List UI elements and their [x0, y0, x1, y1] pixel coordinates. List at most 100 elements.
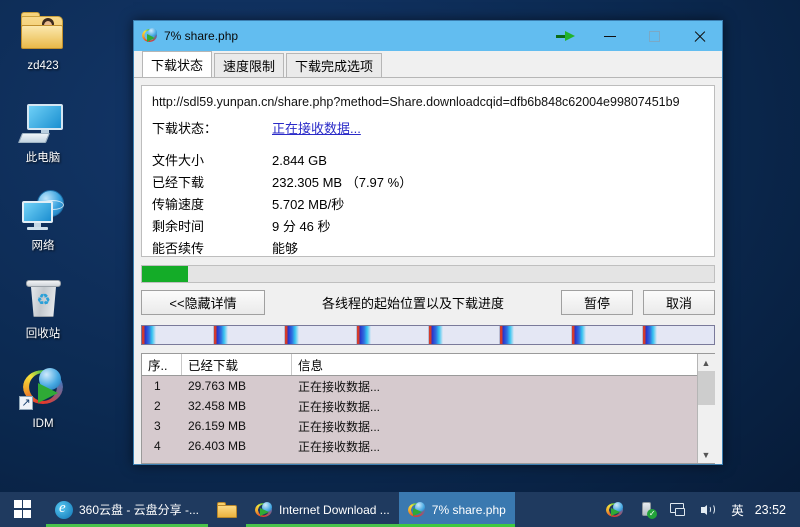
table-row[interactable]: 4 26.403 MB 正在接收数据...	[142, 436, 697, 456]
start-button[interactable]	[0, 492, 46, 527]
desktop-icon-network[interactable]: 网络	[4, 188, 82, 253]
thread-table: 序.. 已经下载 信息 1 29.763 MB 正在接收数据... 2 32.4…	[141, 353, 715, 464]
tray-network[interactable]	[662, 492, 693, 527]
download-info-panel: http://sdl59.yunpan.cn/share.php?method=…	[141, 85, 715, 257]
desktop-icon-this-pc[interactable]: 此电脑	[4, 100, 82, 165]
scroll-down-icon[interactable]: ▼	[697, 446, 715, 463]
tray-volume[interactable]	[693, 492, 724, 527]
idm-icon	[255, 501, 273, 518]
detail-label: 剩余时间	[152, 219, 205, 234]
taskbar-item-label: Internet Download ...	[279, 502, 390, 517]
action-button-row: <<隐藏详情 各线程的起始位置以及下载进度 暂停 取消	[141, 290, 715, 315]
tray-ime[interactable]: 英	[724, 492, 751, 527]
thread-segment-marker	[571, 326, 586, 344]
status-label: 下载状态：	[152, 121, 218, 136]
thread-segment-marker	[428, 326, 443, 344]
taskbar-item-idm[interactable]: Internet Download ...	[246, 492, 399, 527]
download-arrow-icon[interactable]	[553, 23, 579, 49]
thread-segment	[356, 326, 429, 344]
cell-info: 正在接收数据...	[298, 419, 381, 434]
scrollbar-thumb[interactable]	[697, 371, 715, 405]
download-progress-window: 7% share.php 下载状态 速度限制 下载完成选项 http://sdl…	[133, 20, 723, 465]
recycle-bin-icon: ♻	[19, 276, 67, 324]
desktop-icon-label: 网络	[31, 240, 55, 252]
detail-row: 剩余时间 9 分 46 秒	[152, 216, 704, 238]
cell-index: 4	[154, 439, 161, 453]
thread-segment-marker	[643, 326, 658, 344]
idm-icon	[142, 28, 158, 44]
cell-index: 3	[154, 419, 161, 433]
thread-segment-marker	[142, 326, 156, 344]
desktop-icon-user-folder[interactable]: zd423	[4, 8, 82, 73]
window-title: 7% share.php	[164, 29, 239, 43]
tab-completion-options[interactable]: 下载完成选项	[286, 53, 383, 77]
detail-row: 文件大小 2.844 GB	[152, 150, 704, 172]
minimize-button[interactable]	[587, 21, 632, 51]
system-tray: ✓ 英 23:52	[599, 492, 800, 527]
download-url: http://sdl59.yunpan.cn/share.php?method=…	[152, 95, 680, 109]
edge-icon	[55, 500, 73, 519]
overall-progress-row	[141, 265, 715, 283]
thread-segment	[213, 326, 286, 344]
detail-value: 9 分 46 秒	[272, 219, 331, 234]
table-scrollbar[interactable]: ▲ ▼	[697, 354, 715, 463]
table-row[interactable]: 2 32.458 MB 正在接收数据...	[142, 396, 697, 416]
cell-index: 1	[154, 379, 161, 393]
thread-segment	[500, 326, 572, 344]
window-titlebar[interactable]: 7% share.php	[134, 21, 722, 51]
cell-info: 正在接收数据...	[298, 399, 381, 414]
thread-segment	[428, 326, 501, 344]
network-icon	[19, 188, 67, 236]
scroll-up-icon[interactable]: ▲	[697, 354, 715, 371]
cell-info: 正在接收数据...	[298, 379, 381, 394]
cell-downloaded: 32.458 MB	[188, 399, 247, 413]
status-value[interactable]: 正在接收数据...	[272, 118, 361, 140]
column-header-downloaded[interactable]: 已经下载	[182, 354, 292, 375]
detail-value: 5.702 MB/秒	[272, 197, 345, 212]
detail-label: 文件大小	[152, 153, 205, 168]
detail-value: 能够	[272, 241, 299, 256]
desktop-icon-idm[interactable]: ↗ IDM	[4, 366, 82, 431]
tab-download-status[interactable]: 下载状态	[142, 51, 213, 77]
volume-icon	[700, 501, 717, 518]
column-header-index[interactable]: 序..	[142, 354, 182, 375]
desktop-icon-label: 回收站	[25, 328, 61, 340]
idm-icon: ↗	[19, 366, 67, 414]
hide-details-button[interactable]: <<隐藏详情	[141, 290, 265, 315]
windows-logo-icon	[13, 500, 33, 519]
pause-button[interactable]: 暂停	[561, 290, 633, 315]
overall-progress-fill	[142, 266, 188, 282]
detail-row: 能否续传 能够	[152, 238, 704, 256]
taskbar-item-edge[interactable]: 360云盘 - 云盘分享 -...	[46, 492, 209, 527]
taskbar-clock[interactable]: 23:52	[751, 503, 792, 517]
cell-downloaded: 26.159 MB	[188, 419, 247, 433]
overall-progress-bar	[141, 265, 715, 283]
table-header: 序.. 已经下载 信息	[142, 354, 697, 376]
idm-tray-icon	[606, 501, 624, 518]
table-row[interactable]: 1 29.763 MB 正在接收数据...	[142, 376, 697, 396]
tray-idm-icon[interactable]	[599, 492, 631, 527]
desktop-icon-label: 此电脑	[25, 152, 61, 164]
thread-segment-marker	[285, 326, 300, 344]
column-header-info[interactable]: 信息	[292, 354, 697, 375]
tray-usb-eject[interactable]: ✓	[631, 492, 662, 527]
cancel-button[interactable]: 取消	[643, 290, 715, 315]
taskbar: 360云盘 - 云盘分享 -... Internet Download ... …	[0, 492, 800, 527]
thread-hint-label: 各线程的起始位置以及下载进度	[321, 296, 504, 311]
taskbar-item-label: 7% share.php	[431, 502, 506, 517]
taskbar-item-label: 360云盘 - 云盘分享 -...	[79, 503, 200, 517]
status-row: 下载状态： 正在接收数据...	[152, 118, 704, 140]
close-button[interactable]	[677, 21, 722, 51]
scrollbar-track[interactable]	[697, 371, 715, 446]
taskbar-item-explorer[interactable]	[208, 492, 246, 527]
tab-speed-limit[interactable]: 速度限制	[214, 53, 285, 77]
thread-segment	[285, 326, 357, 344]
maximize-button[interactable]	[632, 21, 677, 51]
thread-segment	[142, 326, 214, 344]
cell-index: 2	[154, 399, 161, 413]
taskbar-item-share[interactable]: 7% share.php	[398, 492, 515, 527]
desktop-icon-recycle-bin[interactable]: ♻ 回收站	[4, 276, 82, 341]
table-row[interactable]: 3 26.159 MB 正在接收数据...	[142, 416, 697, 436]
detail-label: 能否续传	[152, 241, 205, 256]
thread-segment-marker	[500, 326, 515, 344]
